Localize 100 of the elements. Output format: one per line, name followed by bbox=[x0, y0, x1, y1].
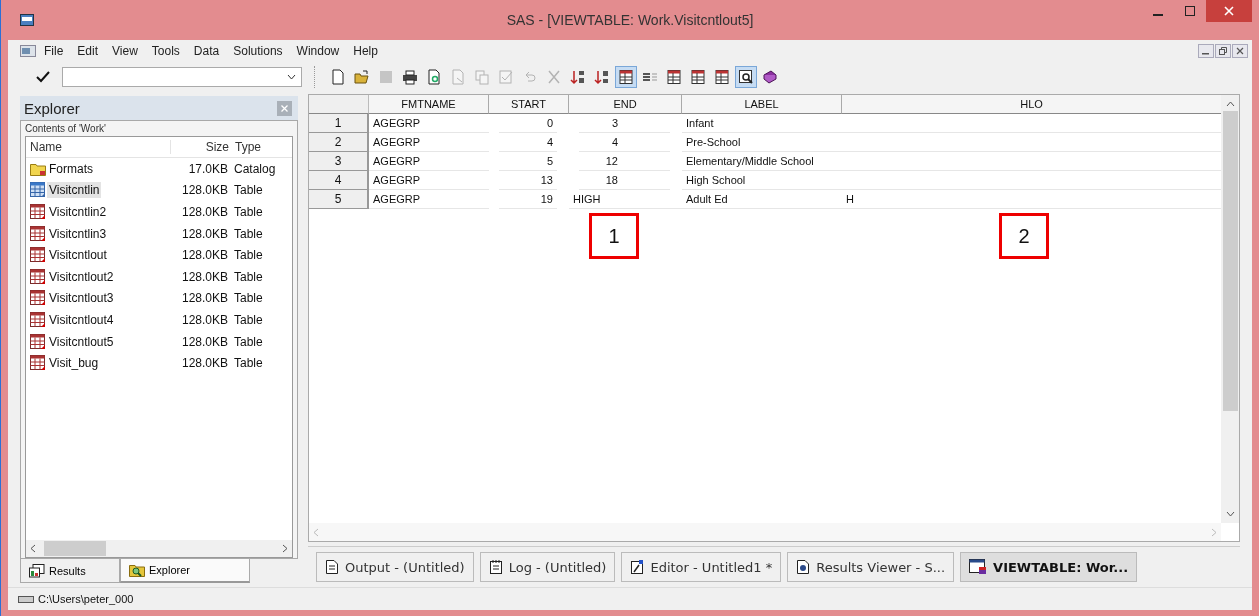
open-icon bbox=[354, 69, 370, 85]
table-icon bbox=[714, 69, 730, 85]
column-header[interactable]: Type bbox=[229, 140, 285, 154]
menu-item[interactable]: Tools bbox=[145, 42, 186, 60]
folder-icon bbox=[30, 161, 46, 176]
table-icon bbox=[30, 182, 46, 199]
restore-icon bbox=[1219, 47, 1227, 55]
file-size: 128.0KB bbox=[180, 356, 228, 371]
table-cell: Adult Ed bbox=[686, 193, 728, 205]
column-header[interactable]: HLO bbox=[842, 95, 1222, 114]
file-name[interactable]: Formats bbox=[47, 160, 95, 177]
corner-cell[interactable] bbox=[309, 95, 369, 114]
command-field[interactable] bbox=[62, 67, 302, 87]
folder-search-icon bbox=[129, 563, 145, 577]
table-cell: AGEGRP bbox=[373, 155, 421, 167]
copy-icon bbox=[474, 69, 490, 85]
file-type: Table bbox=[233, 183, 264, 198]
table-cell-text: 5 bbox=[545, 154, 553, 169]
query-icon bbox=[738, 69, 754, 85]
window-tab[interactable]: Results Viewer - S... bbox=[787, 552, 955, 582]
table-icon bbox=[30, 204, 46, 220]
file-name[interactable]: Visitcntlout3 bbox=[47, 290, 116, 307]
restore-button[interactable] bbox=[1215, 44, 1231, 58]
file-size: 17.0KB bbox=[187, 161, 228, 176]
checkmark-icon[interactable] bbox=[36, 71, 50, 83]
file-name[interactable]: Visit_bug bbox=[47, 355, 101, 372]
row-number[interactable]: 3 bbox=[309, 152, 369, 171]
menu-item[interactable]: Data bbox=[187, 42, 226, 60]
row-number[interactable]: 4 bbox=[309, 171, 369, 190]
file-type: Table bbox=[233, 269, 264, 284]
file-name[interactable]: Visitcntlout4 bbox=[47, 311, 116, 328]
table-icon bbox=[30, 268, 46, 285]
file-name[interactable]: Visitcntlout bbox=[47, 247, 109, 264]
sort-down-icon bbox=[594, 69, 610, 85]
page-icon bbox=[450, 69, 466, 85]
table-icon bbox=[618, 69, 634, 85]
file-type: Table bbox=[233, 291, 264, 306]
table-cell: High School bbox=[686, 174, 746, 186]
status-path: C:\Users\peter_000 bbox=[38, 593, 134, 605]
table-cell: HIGH bbox=[573, 193, 601, 205]
window-tab[interactable]: VIEWTABLE: Wor... bbox=[960, 552, 1138, 582]
horizontal-scrollbar[interactable] bbox=[26, 540, 292, 557]
table-cell-text: 4 bbox=[545, 135, 553, 150]
sort-up-icon bbox=[570, 69, 586, 85]
file-size: 128.0KB bbox=[180, 312, 228, 327]
menu-item[interactable]: File bbox=[38, 42, 70, 60]
window-tab[interactable]: Log - (Untitled) bbox=[479, 552, 616, 582]
column-header[interactable]: START bbox=[489, 95, 569, 114]
table-tool-button[interactable] bbox=[615, 66, 637, 88]
table-cell: H bbox=[846, 193, 854, 205]
close-icon bbox=[1224, 6, 1234, 16]
panel-tab[interactable]: Explorer bbox=[120, 559, 250, 583]
table-cell: AGEGRP bbox=[373, 117, 421, 129]
column-header[interactable]: Name bbox=[26, 140, 171, 154]
menu-item[interactable]: Solutions bbox=[227, 42, 289, 60]
editor-icon bbox=[630, 559, 645, 575]
row-number[interactable]: 5 bbox=[309, 190, 369, 209]
table-cell-text: 4 bbox=[610, 135, 618, 150]
file-name[interactable]: Visitcntlout5 bbox=[47, 333, 116, 350]
table-icon bbox=[30, 311, 46, 328]
menu-item[interactable]: Window bbox=[290, 42, 346, 60]
table-cell: AGEGRP bbox=[373, 193, 421, 205]
location-label: Contents of 'Work' bbox=[24, 122, 107, 136]
file-name[interactable]: Visitcntlin2 bbox=[47, 204, 109, 220]
table-cell-text: 13 bbox=[539, 173, 553, 188]
file-size: 128.0KB bbox=[180, 291, 228, 306]
column-header[interactable]: LABEL bbox=[682, 95, 842, 114]
row-number[interactable]: 2 bbox=[309, 133, 369, 152]
column-header[interactable]: END bbox=[569, 95, 682, 114]
panel-tab[interactable]: Results bbox=[20, 559, 120, 583]
menu-item[interactable]: View bbox=[106, 42, 144, 60]
table-icon bbox=[690, 69, 706, 85]
file-size: 128.0KB bbox=[180, 183, 228, 198]
close-button[interactable] bbox=[1232, 44, 1248, 58]
window-tab[interactable]: Editor - Untitled1 * bbox=[621, 552, 782, 582]
new-icon bbox=[330, 69, 346, 85]
table-cell: Pre-School bbox=[686, 136, 741, 148]
menu-item[interactable]: Help bbox=[347, 42, 384, 60]
table-icon bbox=[30, 355, 46, 372]
file-type: Table bbox=[233, 312, 264, 327]
file-type: Table bbox=[233, 356, 264, 371]
file-type: Table bbox=[233, 334, 264, 349]
table-cell: Infant bbox=[686, 117, 714, 129]
file-size: 128.0KB bbox=[180, 226, 228, 241]
row-number[interactable]: 1 bbox=[309, 114, 369, 133]
vertical-scrollbar[interactable] bbox=[1221, 95, 1239, 523]
menu-item[interactable]: Edit bbox=[71, 42, 105, 60]
file-name[interactable]: Visitcntlin bbox=[47, 182, 102, 199]
query-tool-button[interactable] bbox=[735, 66, 757, 88]
table-icon bbox=[30, 333, 46, 350]
column-header[interactable]: FMTNAME bbox=[369, 95, 489, 114]
file-name[interactable]: Visitcntlin3 bbox=[47, 225, 109, 242]
file-size: 128.0KB bbox=[180, 205, 228, 219]
column-header[interactable]: Size bbox=[171, 140, 229, 154]
table-icon bbox=[969, 559, 988, 575]
table-icon bbox=[30, 290, 46, 307]
window-tab[interactable]: Output - (Untitled) bbox=[316, 552, 474, 582]
file-name[interactable]: Visitcntlout2 bbox=[47, 268, 116, 285]
minimize-button[interactable] bbox=[1198, 44, 1214, 58]
close-icon bbox=[1236, 47, 1244, 55]
